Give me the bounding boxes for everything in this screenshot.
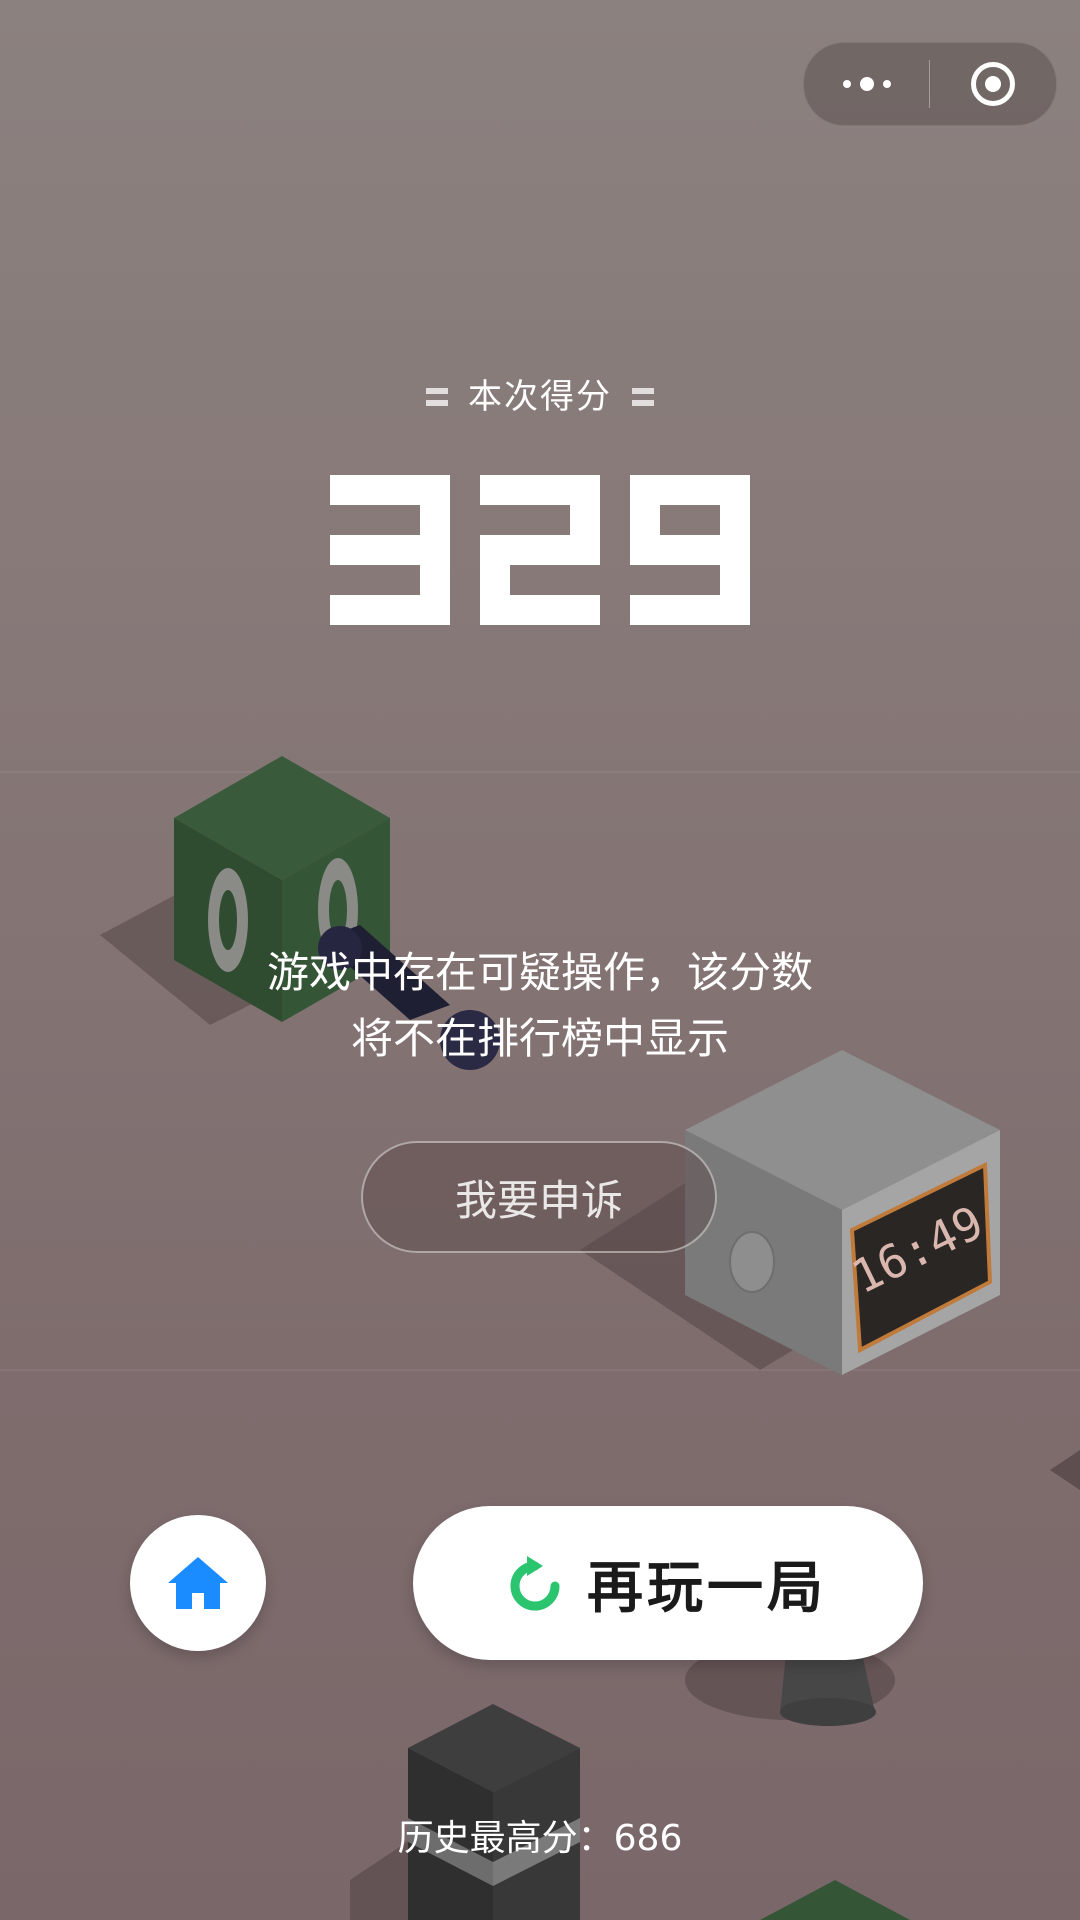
score-digit (480, 475, 600, 625)
score-digit (330, 475, 450, 625)
tower-block (350, 1704, 580, 1920)
replay-button[interactable]: 再玩一局 (413, 1506, 923, 1660)
score-digits (330, 475, 750, 625)
score-digit (630, 475, 750, 625)
left-dash-icon (426, 388, 448, 406)
warning-message: 游戏中存在可疑操作，该分数 将不在排行榜中显示 (180, 940, 900, 1072)
warning-line-1: 游戏中存在可疑操作，该分数 (266, 948, 813, 997)
more-button[interactable] (804, 43, 929, 125)
edge-block (1050, 1450, 1080, 1490)
score-value (0, 470, 1080, 634)
more-dots-icon (842, 77, 891, 91)
score-label: 本次得分 (468, 377, 612, 417)
home-button[interactable] (130, 1515, 266, 1651)
replay-arrow-icon (510, 1556, 560, 1611)
score-header: 本次得分 (0, 375, 1080, 419)
green-block-corner (760, 1880, 910, 1920)
appeal-button[interactable]: 我要申诉 (361, 1141, 717, 1253)
close-button[interactable] (930, 43, 1055, 125)
target-circle-icon (970, 62, 1015, 106)
warning-line-2: 将不在排行榜中显示 (350, 1014, 729, 1063)
home-icon (168, 1557, 228, 1609)
right-dash-icon (632, 388, 654, 406)
replay-label: 再玩一局 (587, 1555, 827, 1621)
best-score: 历史最高分：686 (397, 1818, 683, 1859)
miniprogram-capsule (803, 42, 1057, 126)
